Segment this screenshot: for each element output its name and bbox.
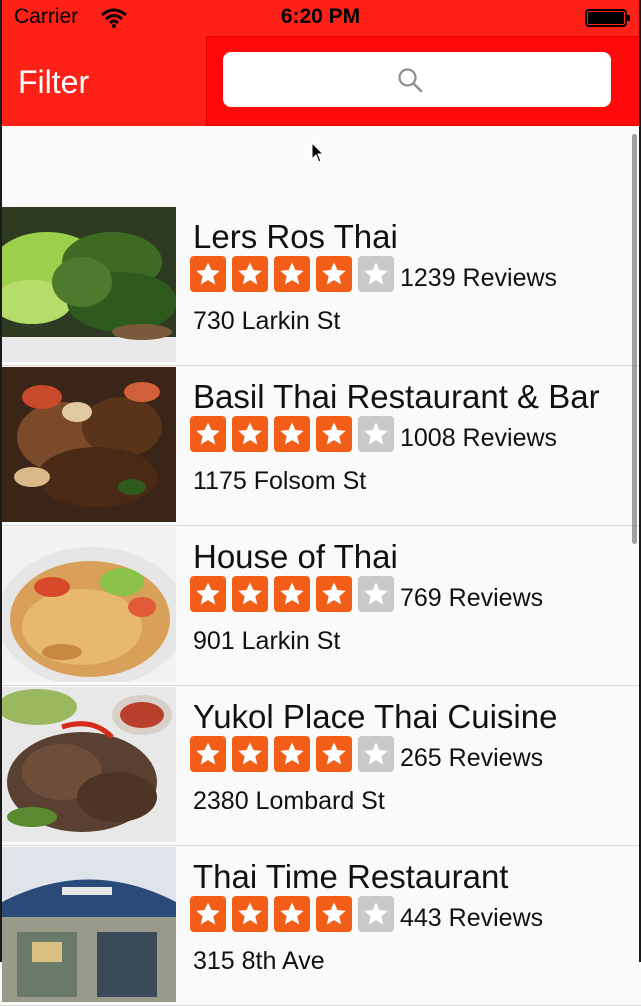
restaurant-address: 730 Larkin St — [193, 307, 341, 335]
restaurant-row[interactable]: Lers Ros Thai 1239 Reviews 730 Larkin St — [0, 206, 641, 366]
review-count: 265 Reviews — [400, 744, 544, 772]
star-empty-icon — [358, 416, 394, 452]
restaurant-address: 2380 Lombard St — [193, 787, 385, 815]
star-empty-icon — [358, 256, 394, 292]
star-rating — [190, 896, 394, 932]
restaurant-photo — [2, 847, 176, 1002]
star-rating — [190, 256, 394, 292]
star-icon — [190, 896, 226, 932]
star-empty-icon — [358, 736, 394, 772]
status-time: 6:20 PM — [280, 5, 361, 28]
star-rating — [190, 736, 394, 772]
restaurant-name: Lers Ros Thai — [193, 218, 398, 255]
star-icon — [274, 896, 310, 932]
review-count: 443 Reviews — [400, 904, 544, 932]
status-bar: Carrier 6:20 PM — [0, 0, 641, 36]
star-icon — [274, 256, 310, 292]
empty-header-cell — [0, 126, 641, 207]
restaurant-row[interactable]: Thai Time Restaurant 443 Reviews 315 8th… — [0, 846, 641, 1006]
restaurant-list[interactable]: Lers Ros Thai 1239 Reviews 730 Larkin St — [0, 206, 641, 1006]
filter-button[interactable]: Filter — [18, 64, 89, 101]
star-icon — [316, 896, 352, 932]
review-count: 1008 Reviews — [400, 424, 558, 452]
star-icon — [232, 416, 268, 452]
star-icon — [232, 736, 268, 772]
restaurant-row[interactable]: Basil Thai Restaurant & Bar 1008 Reviews… — [0, 366, 641, 526]
restaurant-photo — [2, 527, 176, 682]
star-rating — [190, 416, 394, 452]
star-icon — [274, 576, 310, 612]
review-count: 1239 Reviews — [400, 264, 558, 292]
cursor-icon — [311, 142, 325, 163]
restaurant-name: Yukol Place Thai Cuisine — [193, 698, 558, 735]
restaurant-row[interactable]: House of Thai 769 Reviews 901 Larkin St — [0, 526, 641, 686]
star-icon — [232, 256, 268, 292]
navigation-bar: Filter — [0, 36, 641, 126]
search-input[interactable] — [223, 52, 611, 107]
restaurant-address: 901 Larkin St — [193, 627, 341, 655]
star-icon — [190, 736, 226, 772]
restaurant-address: 1175 Folsom St — [193, 467, 367, 495]
star-empty-icon — [358, 576, 394, 612]
star-icon — [232, 576, 268, 612]
restaurant-row[interactable]: Yukol Place Thai Cuisine 265 Reviews 238… — [0, 686, 641, 846]
star-icon — [190, 576, 226, 612]
restaurant-photo — [2, 367, 176, 522]
restaurant-name: Thai Time Restaurant — [193, 858, 509, 895]
review-count: 769 Reviews — [400, 584, 544, 612]
star-empty-icon — [358, 896, 394, 932]
restaurant-name: Basil Thai Restaurant & Bar — [193, 378, 600, 415]
battery-icon — [585, 9, 630, 27]
star-icon — [316, 736, 352, 772]
search-bar — [206, 36, 640, 126]
star-icon — [274, 416, 310, 452]
star-icon — [190, 256, 226, 292]
star-icon — [190, 416, 226, 452]
scrollbar[interactable] — [632, 134, 637, 544]
restaurant-photo — [2, 207, 176, 362]
star-icon — [274, 736, 310, 772]
star-icon — [316, 256, 352, 292]
star-icon — [316, 416, 352, 452]
restaurant-photo — [2, 687, 176, 842]
search-icon — [398, 68, 423, 93]
star-icon — [316, 576, 352, 612]
star-icon — [232, 896, 268, 932]
star-rating — [190, 576, 394, 612]
restaurant-name: House of Thai — [193, 538, 398, 575]
